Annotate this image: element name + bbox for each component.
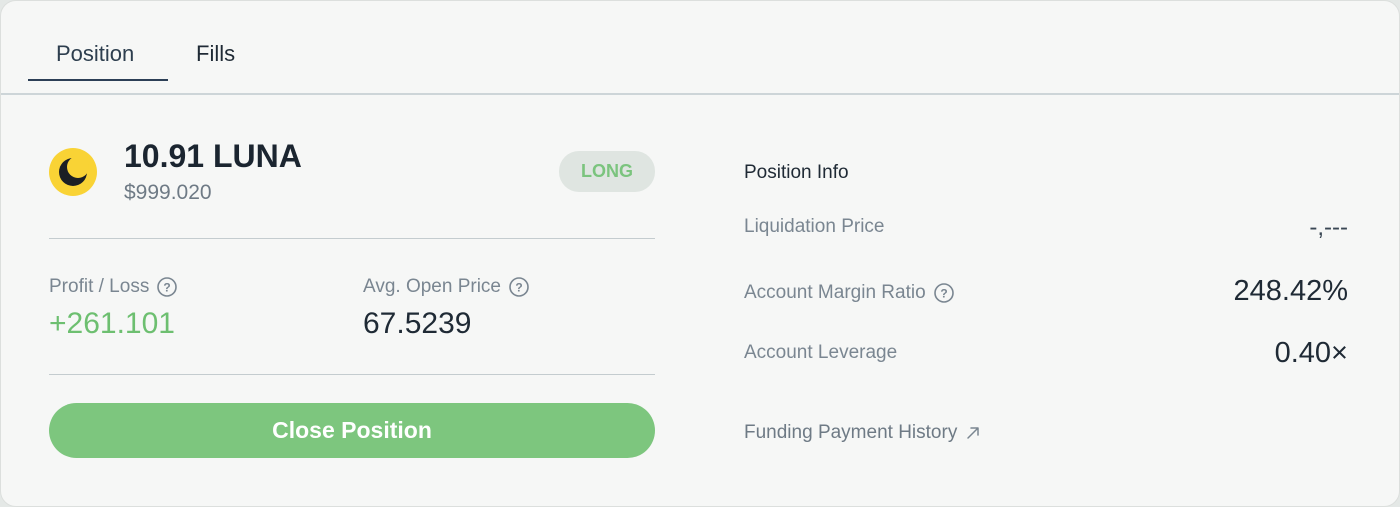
- profit-loss-label: Profit / Loss ?: [49, 276, 178, 298]
- svg-text:?: ?: [940, 287, 947, 301]
- account-margin-ratio-value: 248.42%: [1233, 275, 1349, 307]
- tab-bar-divider: [1, 93, 1399, 95]
- luna-coin-icon: [49, 148, 97, 196]
- position-info-title: Position Info: [744, 162, 849, 183]
- avg-open-price-label: Avg. Open Price ?: [363, 276, 529, 298]
- position-amount: 10.91 LUNA: [124, 138, 302, 174]
- account-margin-ratio-label-text: Account Margin Ratio: [744, 282, 926, 303]
- help-icon[interactable]: ?: [509, 277, 529, 297]
- profit-loss-label-text: Profit / Loss: [49, 276, 150, 297]
- help-icon[interactable]: ?: [933, 283, 954, 303]
- account-leverage-value: 0.40×: [1274, 337, 1348, 369]
- account-margin-ratio-label: Account Margin Ratio ?: [744, 282, 954, 304]
- funding-payment-history-link[interactable]: Funding Payment History: [744, 422, 981, 444]
- tab-fills[interactable]: Fills: [196, 41, 235, 67]
- divider: [49, 238, 655, 239]
- account-leverage-label-text: Account Leverage: [744, 342, 898, 363]
- active-tab-indicator: [28, 79, 168, 81]
- account-leverage-label: Account Leverage: [744, 342, 897, 364]
- funding-payment-history-label[interactable]: Funding Payment History: [744, 422, 957, 444]
- close-position-button[interactable]: Close Position: [49, 403, 655, 458]
- position-usd-value: $999.020: [124, 181, 212, 204]
- tab-bar: Position Fills: [1, 1, 1399, 95]
- liquidation-price-value: -,---: [1309, 214, 1348, 241]
- svg-text:?: ?: [164, 281, 171, 295]
- tab-position[interactable]: Position: [56, 41, 134, 67]
- svg-text:?: ?: [515, 281, 522, 295]
- divider: [49, 374, 655, 375]
- liquidation-price-label: Liquidation Price: [744, 216, 884, 238]
- avg-open-price-value: 67.5239: [363, 307, 472, 340]
- profit-loss-value: +261.101: [49, 307, 175, 340]
- position-side-badge: LONG: [559, 151, 655, 192]
- liquidation-price-label-text: Liquidation Price: [744, 216, 885, 237]
- avg-open-price-label-text: Avg. Open Price: [363, 276, 502, 297]
- help-icon[interactable]: ?: [157, 277, 178, 297]
- external-link-arrow-icon: [967, 427, 980, 439]
- position-panel: Position Fills 10.91 LUNA $999.020 LONG …: [0, 0, 1400, 507]
